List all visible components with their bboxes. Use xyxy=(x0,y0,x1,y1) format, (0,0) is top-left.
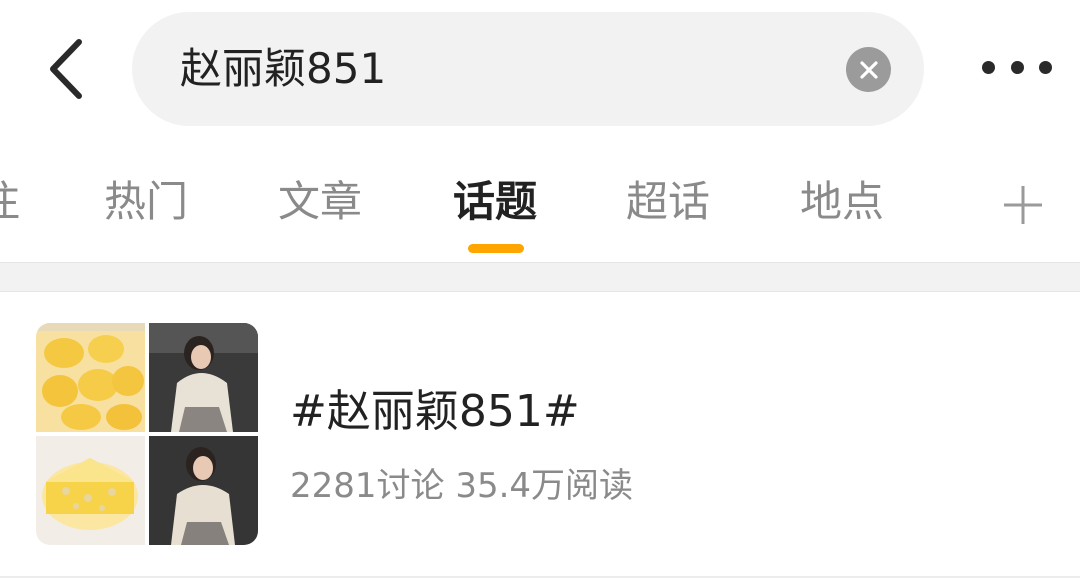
more-dots-icon xyxy=(1039,60,1052,74)
active-tab-indicator xyxy=(468,244,524,253)
thumbnail-portrait-image xyxy=(149,436,258,545)
category-tabs: 注 热门 文章 话题 超话 地点 xyxy=(0,150,1080,260)
back-button[interactable] xyxy=(38,34,94,104)
tab-articles[interactable]: 文章 xyxy=(278,172,362,232)
clear-search-button[interactable] xyxy=(846,47,891,92)
add-tab-button[interactable] xyxy=(1000,182,1046,228)
thumbnail-cookies-image xyxy=(36,323,145,432)
thumbnail-cake-image xyxy=(36,436,145,545)
row-divider xyxy=(0,576,1080,578)
more-dots-icon xyxy=(982,60,995,74)
topic-title[interactable]: #赵丽颖851# xyxy=(290,375,580,439)
tab-super-topics[interactable]: 超话 xyxy=(626,172,710,232)
topic-stats: 2281讨论 35.4万阅读 xyxy=(290,466,634,506)
tab-places[interactable]: 地点 xyxy=(800,172,884,232)
search-bar[interactable]: 赵丽颖851 xyxy=(132,12,924,126)
topic-thumbnail-grid xyxy=(36,323,258,545)
topic-result-item[interactable]: #赵丽颖851# 2281讨论 35.4万阅读 xyxy=(0,293,1080,580)
top-bar: 赵丽颖851 xyxy=(0,0,1080,135)
search-query[interactable]: 赵丽颖851 xyxy=(180,12,386,126)
clear-x-icon xyxy=(859,60,878,79)
more-options-button[interactable] xyxy=(976,48,1058,86)
thumbnail-portrait-image xyxy=(149,323,258,432)
tab-hot[interactable]: 热门 xyxy=(104,172,188,232)
tab-topics[interactable]: 话题 xyxy=(453,172,537,232)
plus-icon xyxy=(1004,186,1042,224)
section-divider xyxy=(0,262,1080,292)
more-dots-icon xyxy=(1010,60,1024,74)
tab-partial-left[interactable]: 注 xyxy=(0,172,20,232)
chevron-left-icon xyxy=(50,39,82,99)
